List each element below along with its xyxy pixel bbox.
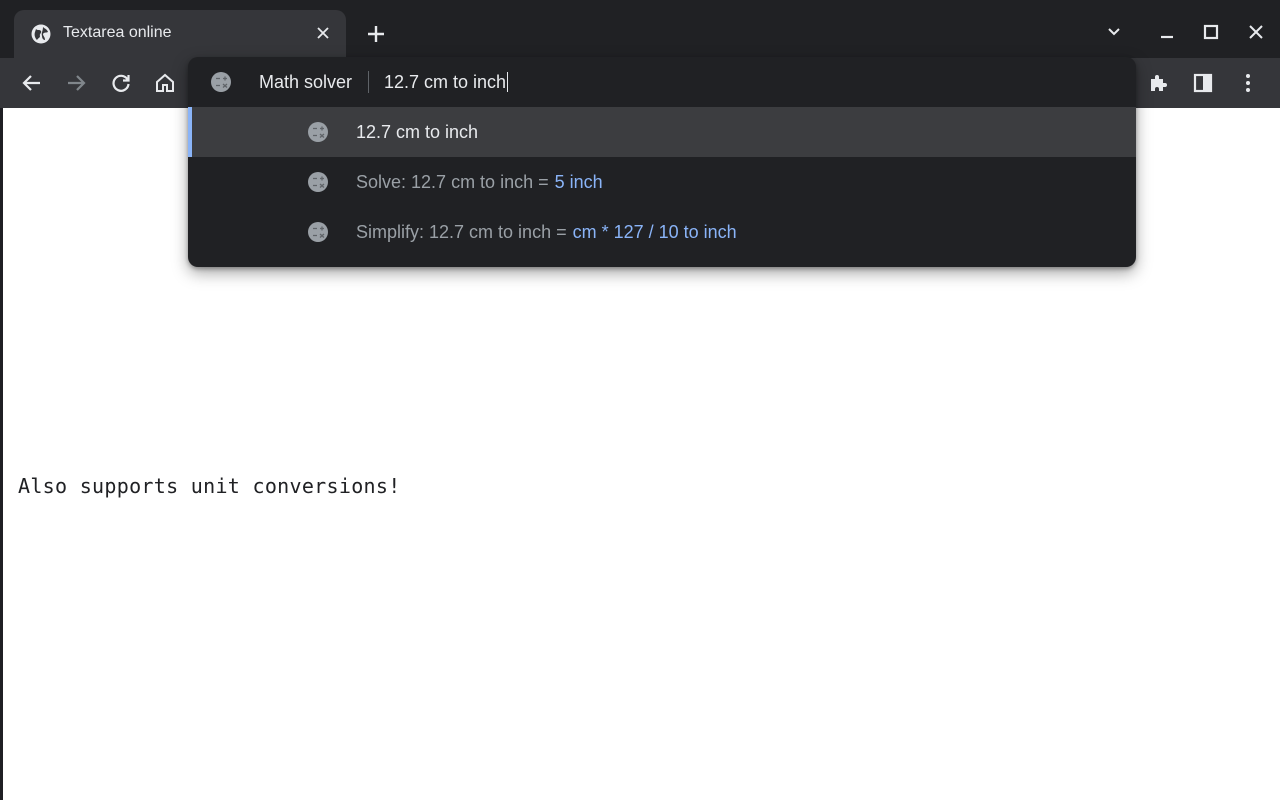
forward-arrow-icon [68,75,86,91]
suggestion-text: Solve: 12.7 cm to inch = 5 inch [356,171,603,193]
forward-button[interactable] [61,68,91,98]
more-menu-button[interactable] [1233,68,1263,98]
page-text: Also supports unit conversions! [18,474,401,498]
globe-icon [30,23,52,45]
back-arrow-icon [22,75,40,91]
omnibox-popup: Math solver 12.7 cm to inch 12.7 cm to i… [188,57,1136,267]
home-icon [156,73,174,92]
suggestion-row[interactable]: Simplify: 12.7 cm to inch = cm * 127 / 10… [188,207,1136,257]
browser-window: Textarea online Also supports unit conve… [0,0,1280,800]
tab-strip: Textarea online [0,0,1280,58]
back-button[interactable] [17,68,47,98]
reload-icon [112,74,130,92]
plus-icon [368,26,384,42]
suggestion-answer: 5 inch [554,172,603,192]
side-panel-button[interactable] [1188,68,1218,98]
math-solver-icon [307,221,329,243]
minimize-button[interactable] [1153,18,1181,46]
chevron-down-icon [1108,28,1120,36]
home-button[interactable] [150,68,180,98]
extensions-button[interactable] [1143,68,1173,98]
math-solver-icon [210,71,232,93]
suggestion-answer: cm * 127 / 10 to inch [572,222,737,242]
close-window-button[interactable] [1242,18,1270,46]
reload-button[interactable] [106,68,136,98]
close-icon[interactable] [312,22,334,44]
omnibox-query[interactable]: 12.7 cm to inch [384,71,509,93]
extensions-icon [1151,75,1167,91]
tab-textarea-online[interactable]: Textarea online [14,10,346,58]
math-solver-icon [307,171,329,193]
omnibox-input[interactable]: Math solver 12.7 cm to inch [188,57,1136,107]
keyword-separator [368,71,369,93]
side-panel-icon [1193,73,1213,93]
maximize-button[interactable] [1197,18,1225,46]
suggestion-text: Simplify: 12.7 cm to inch = cm * 127 / 10… [356,221,737,243]
tab-title: Textarea online [63,24,172,41]
minimize-icon [1161,35,1173,39]
more-vert-icon [1246,74,1250,92]
suggestion-prefix: Solve: 12.7 cm to inch = [356,172,549,192]
new-tab-button[interactable] [362,20,390,48]
keyword-chip: Math solver [259,72,353,92]
suggestion-text: 12.7 cm to inch [356,122,479,142]
suggestion-row[interactable]: Solve: 12.7 cm to inch = 5 inch [188,157,1136,207]
text-caret [507,72,509,92]
maximize-icon [1203,24,1219,40]
tab-search-button[interactable] [1100,18,1128,46]
suggestion-row[interactable]: 12.7 cm to inch [188,107,1136,157]
math-solver-icon [307,121,329,143]
close-icon [1249,25,1263,39]
suggestion-prefix: Simplify: 12.7 cm to inch = [356,222,567,242]
